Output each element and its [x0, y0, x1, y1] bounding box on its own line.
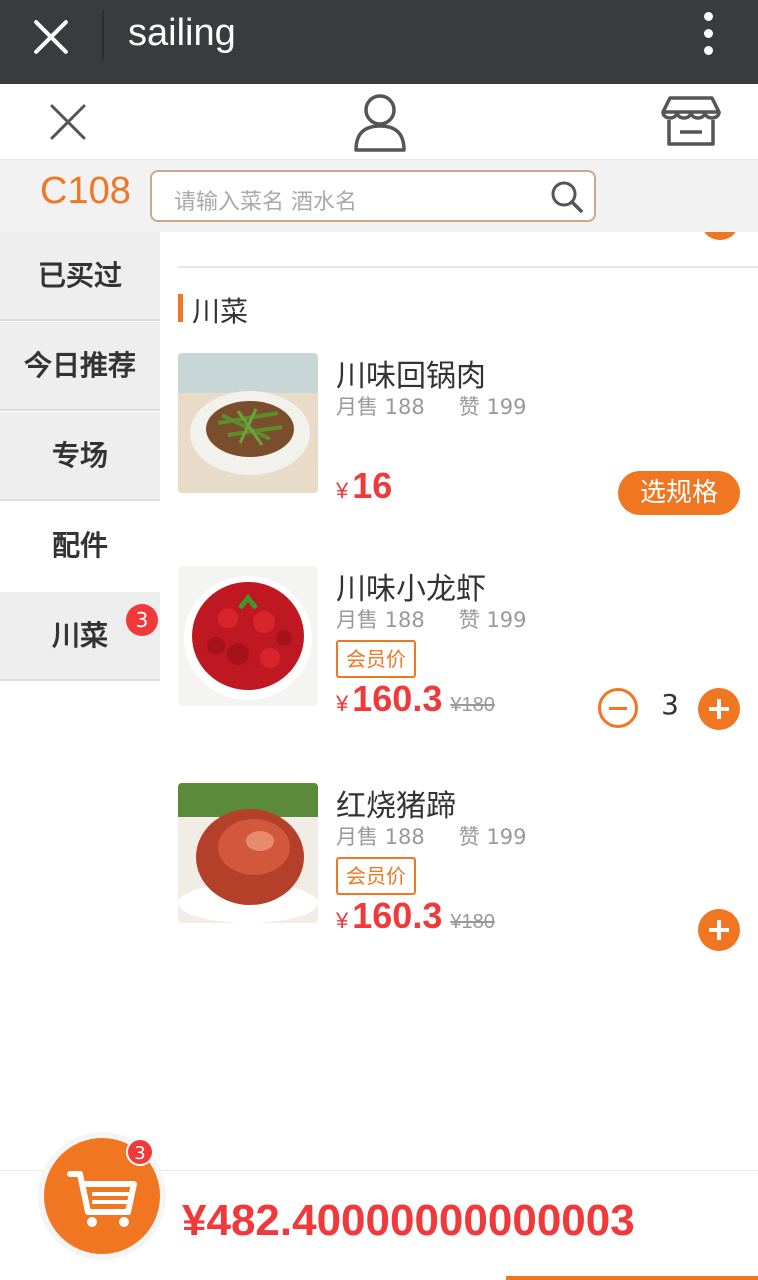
divider: [178, 266, 758, 268]
dish-list: 川菜 川味回锅肉 月售 188 赞 199 ¥16 选规格 川味小龙虾 月售 1…: [160, 232, 758, 1172]
price-value: 16: [352, 465, 393, 506]
dish-item[interactable]: 川味回锅肉 月售 188 赞 199 ¥16 选规格: [178, 353, 758, 533]
checkout-button-edge[interactable]: [506, 1276, 758, 1280]
currency-symbol: ¥: [336, 908, 349, 933]
sidebar-item-recommended[interactable]: 今日推荐: [0, 322, 160, 411]
increase-quantity-button[interactable]: [698, 688, 740, 730]
like-count: 赞 199: [458, 825, 527, 849]
dish-image[interactable]: [178, 566, 318, 706]
close-icon[interactable]: [48, 102, 88, 142]
original-price: ¥180: [450, 911, 495, 933]
sidebar-item-label: 专场: [51, 439, 108, 472]
dish-name: 红烧猪蹄: [336, 789, 456, 824]
table-number: C108: [40, 170, 131, 212]
price-value: 160.3: [352, 895, 443, 936]
sidebar-item-sichuan[interactable]: 川菜 3: [0, 592, 160, 681]
dish-price: ¥160.3 ¥180: [336, 895, 495, 937]
select-spec-button[interactable]: 选规格: [618, 471, 740, 515]
sidebar-item-label: 配件: [51, 529, 108, 562]
dish-price: ¥160.3 ¥180: [336, 678, 495, 720]
sidebar-item-special[interactable]: 专场: [0, 412, 160, 501]
cart-count-badge: 3: [126, 1138, 154, 1166]
search-icon[interactable]: [550, 180, 584, 214]
sidebar-item-label: 已买过: [37, 259, 122, 292]
close-icon[interactable]: [30, 16, 72, 58]
dish-price: ¥16: [336, 465, 392, 507]
category-marker: [178, 294, 183, 322]
like-count: 赞 199: [458, 608, 527, 632]
dish-stats: 月售 188 赞 199: [336, 604, 561, 634]
dish-image[interactable]: [178, 783, 318, 923]
currency-symbol: ¥: [336, 691, 349, 716]
currency-symbol: ¥: [336, 478, 349, 503]
header-toolbar: [0, 84, 758, 160]
monthly-sales: 月售 188: [336, 395, 425, 419]
category-sidebar: 已买过 今日推荐 专场 配件 川菜 3: [0, 232, 160, 682]
original-price: ¥180: [450, 694, 495, 716]
sidebar-item-bought[interactable]: 已买过: [0, 232, 160, 321]
dish-stats: 月售 188 赞 199: [336, 391, 561, 421]
add-to-cart-button[interactable]: [698, 909, 740, 951]
search-input[interactable]: 请输入菜名 酒水名: [150, 170, 596, 222]
title-bar: sailing: [0, 0, 758, 84]
quantity-value: 3: [661, 688, 679, 721]
member-price-tag: 会员价: [336, 640, 416, 678]
store-icon[interactable]: [660, 94, 722, 150]
dish-stats: 月售 188 赞 199: [336, 821, 561, 851]
cart-total: ¥482.40000000000003: [182, 1196, 635, 1245]
title-separator: [102, 10, 104, 60]
dish-item[interactable]: 川味小龙虾 月售 188 赞 199 会员价 ¥160.3 ¥180 3: [178, 566, 758, 746]
more-vertical-icon[interactable]: [700, 12, 718, 56]
sidebar-item-label: 今日推荐: [23, 349, 136, 382]
search-placeholder: 请输入菜名 酒水名: [174, 190, 357, 215]
add-button-partial[interactable]: [702, 232, 738, 240]
monthly-sales: 月售 188: [336, 825, 425, 849]
monthly-sales: 月售 188: [336, 608, 425, 632]
dish-item[interactable]: 红烧猪蹄 月售 188 赞 199 会员价 ¥160.3 ¥180: [178, 783, 758, 963]
user-icon[interactable]: [352, 92, 408, 152]
price-value: 160.3: [352, 678, 443, 719]
dish-name: 川味回锅肉: [336, 359, 486, 394]
window-title: sailing: [128, 12, 236, 54]
sidebar-item-label: 川菜: [51, 619, 108, 652]
category-title: 川菜: [192, 295, 249, 328]
member-price-tag: 会员价: [336, 857, 416, 895]
search-row: C108 请输入菜名 酒水名: [0, 160, 758, 232]
sidebar-count-badge: 3: [126, 604, 158, 636]
dish-image[interactable]: [178, 353, 318, 493]
decrease-quantity-button[interactable]: [598, 688, 638, 728]
like-count: 赞 199: [458, 395, 527, 419]
sidebar-item-accessories[interactable]: 配件: [0, 502, 160, 591]
dish-name: 川味小龙虾: [336, 572, 486, 607]
